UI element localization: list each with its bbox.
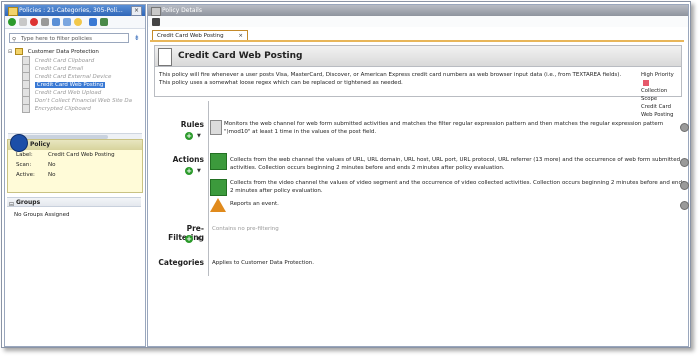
details-title-bar: Policy Details [148,5,688,16]
group-icon[interactable] [100,18,108,26]
groups-value: No Groups Assigned [14,212,70,218]
policies-toolbar [5,16,145,29]
tab-underline [150,40,684,42]
details-toolbar [148,16,688,27]
rules-label: Rules [180,120,204,129]
add-prefilter-button[interactable]: + [185,235,193,243]
section-divider [208,101,209,276]
policy-tree: ⊟ Customer Data Protection Credit Card C… [8,48,142,134]
add-action-button[interactable]: + [185,167,193,175]
collect-download-icon [210,153,227,170]
groups-header[interactable]: ⊟ Groups [7,197,141,210]
policy-description-box: This policy will fire whenever a user po… [154,67,682,118]
application-window: Policies : 21-Categories, 305-Poli... × … [1,1,691,348]
scan-value: No [48,162,56,168]
tab-credit-card-web-posting[interactable]: Credit Card Web Posting × [152,30,248,40]
folder-icon [8,7,18,16]
edit-policy-icon[interactable] [19,18,27,26]
tree-item[interactable]: Don't Collect Financial Web Site Da [8,96,142,105]
tree-item[interactable]: Credit Card Email [8,64,142,73]
import-icon[interactable] [89,18,97,26]
add-policy-icon[interactable] [8,18,16,26]
policy-active-row: Active: No [8,170,142,180]
chevron-down-icon[interactable]: ▼ [197,236,201,242]
tree-category[interactable]: ⊟ Customer Data Protection [8,48,142,56]
search-icon: ⚲ [12,37,17,43]
prefilter-text: Contains no pre-filtering [212,226,279,232]
tree-item-label: Encrypted Clipboard [34,106,91,112]
policy-panel-title: Policy [30,141,51,148]
rule-document-icon [210,120,222,135]
chevron-down-icon[interactable]: ▼ [197,168,201,174]
chevron-down-icon[interactable]: ▼ [197,133,201,139]
folder-icon [14,48,23,55]
delete-policy-icon[interactable] [30,18,38,26]
categories-text: Applies to Customer Data Protection. [212,260,314,266]
filter-placeholder: Type here to filter policies [21,36,93,42]
tree-category-label: Customer Data Protection [27,49,99,55]
collapse-all-icon[interactable]: ⇟ [134,34,142,42]
priority-swatch [643,79,649,86]
close-icon[interactable]: × [131,6,142,16]
copy-icon[interactable] [52,18,60,26]
policy-label-row: Label: Credit Card Web Posting [8,150,142,160]
collection-scope-label: Collection Scope [641,88,668,102]
lightbulb-icon[interactable] [74,18,82,26]
save-icon[interactable] [152,18,160,26]
groups-title: Groups [16,199,41,206]
refresh-icon[interactable] [63,18,71,26]
tree-item[interactable]: Encrypted Clipboard [8,104,142,113]
action-collect-video-text: Collects from the video channel the valu… [230,180,685,194]
active-key: Active: [16,172,35,178]
rule-text: Monitors the web channel for web form su… [224,121,664,135]
priority-row: High Priority [641,71,681,87]
document-icon [158,48,172,66]
action-collect-web-text: Collects from the web channel the values… [230,157,681,171]
tab-label: Credit Card Web Posting [157,33,224,39]
collapse-toggle-icon[interactable]: ⊟ [9,200,14,210]
policies-title-bar: Policies : 21-Categories, 305-Poli... × [5,5,145,16]
action-options-icon[interactable] [680,158,689,167]
policy-title: Credit Card Web Posting [178,51,303,61]
active-value: No [48,172,56,178]
details-icon [151,7,161,16]
policy-icon [22,104,30,113]
policy-info-panel: Policy Label: Credit Card Web Posting Sc… [7,134,143,193]
label-value: Credit Card Web Posting [48,152,115,158]
collect-download-icon [210,179,227,196]
details-title: Policy Details [162,7,202,14]
policy-header: Credit Card Web Posting [154,45,682,67]
policies-title: Policies : 21-Categories, 305-Poli... [19,7,123,14]
action-options-icon[interactable] [680,181,689,190]
tree-item[interactable]: Credit Card Web Upload [8,88,142,97]
label-key: Label: [16,152,33,158]
policy-details-pane: Policy Details Credit Card Web Posting ×… [147,4,689,347]
action-options-icon[interactable] [680,201,689,210]
add-rule-button[interactable]: + [185,132,193,140]
tree-item[interactable]: Credit Card External Device [8,72,142,81]
policy-description: This policy will fire whenever a user po… [159,72,622,86]
rule-options-icon[interactable] [680,123,689,132]
priority-label: High Priority [641,72,674,78]
collection-scope-value: Credit Card Web Posting [641,104,674,118]
actions-label: Actions [172,155,204,164]
policy-scan-row: Scan: No [8,160,142,170]
tree-item-selected[interactable]: Credit Card Web Posting [8,80,142,89]
tree-item[interactable]: Credit Card Clipboard [8,56,142,65]
expand-toggle-icon[interactable]: ⊟ [8,49,12,55]
categories-label: Categories [158,258,204,267]
export-icon[interactable] [41,18,49,26]
policies-pane: Policies : 21-Categories, 305-Poli... × … [4,4,146,347]
policy-meta: High Priority Collection Scope Credit Ca… [641,71,681,119]
policy-panel-header: Policy [8,134,142,152]
warning-icon [210,198,226,212]
scan-key: Scan: [16,162,32,168]
action-report-text: Reports an event. [230,201,279,207]
policy-filter-input[interactable]: ⚲ Type here to filter policies [9,33,129,43]
